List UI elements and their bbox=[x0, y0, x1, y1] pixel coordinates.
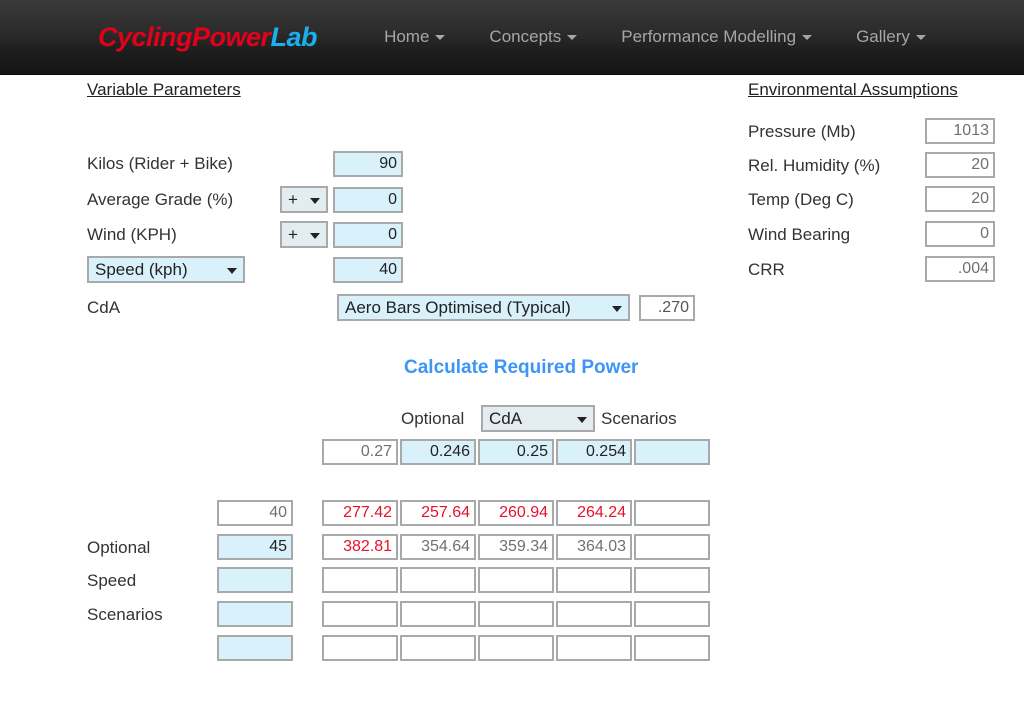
top-navbar: CyclingPowerLab Home Concepts Performanc… bbox=[0, 0, 1024, 75]
pressure-label: Pressure (Mb) bbox=[748, 122, 856, 141]
result-cell-r1c4[interactable] bbox=[556, 500, 632, 526]
result-cell-r5c3[interactable] bbox=[478, 635, 554, 661]
scenario-variable-select[interactable]: CdA bbox=[481, 405, 595, 432]
wind-sign-select[interactable]: + bbox=[280, 221, 328, 248]
average-grade-label: Average Grade (%) bbox=[87, 190, 234, 209]
result-cell-r3c1[interactable] bbox=[322, 567, 398, 593]
result-cell-r4c5[interactable] bbox=[634, 601, 710, 627]
nav-item-concepts[interactable]: Concepts bbox=[467, 27, 599, 47]
results-row-label-scenarios: Scenarios bbox=[87, 605, 163, 624]
scenario-value-input-1[interactable] bbox=[322, 439, 398, 465]
nav-item-home[interactable]: Home bbox=[362, 27, 467, 47]
result-cell-r3c4[interactable] bbox=[556, 567, 632, 593]
result-cell-r5c5[interactable] bbox=[634, 635, 710, 661]
environmental-assumptions-heading: Environmental Assumptions bbox=[748, 80, 958, 99]
relative-humidity-label: Rel. Humidity (%) bbox=[748, 156, 881, 175]
grade-sign-select[interactable]: + bbox=[280, 186, 328, 213]
variable-parameters-heading: Variable Parameters bbox=[87, 80, 241, 99]
speed-input[interactable] bbox=[333, 257, 403, 283]
result-cell-r1c3[interactable] bbox=[478, 500, 554, 526]
result-cell-r3c2[interactable] bbox=[400, 567, 476, 593]
scenario-value-input-3[interactable] bbox=[478, 439, 554, 465]
result-cell-r5c1[interactable] bbox=[322, 635, 398, 661]
nav-item-performance-modelling-label: Performance Modelling bbox=[621, 27, 797, 46]
wind-bearing-input[interactable] bbox=[925, 221, 995, 247]
grade-sign-value: + bbox=[288, 190, 298, 209]
wind-bearing-label: Wind Bearing bbox=[748, 225, 851, 244]
result-cell-r5c4[interactable] bbox=[556, 635, 632, 661]
result-speed-input-3[interactable] bbox=[217, 567, 293, 593]
scenario-value-input-5[interactable] bbox=[634, 439, 710, 465]
chevron-down-icon bbox=[577, 416, 587, 423]
crr-input[interactable] bbox=[925, 256, 995, 282]
result-cell-r3c5[interactable] bbox=[634, 567, 710, 593]
optional-scenarios-label: Scenarios bbox=[601, 409, 677, 428]
result-cell-r5c2[interactable] bbox=[400, 635, 476, 661]
chevron-down-icon bbox=[567, 34, 578, 40]
result-cell-r1c2[interactable] bbox=[400, 500, 476, 526]
nav-item-home-label: Home bbox=[384, 27, 430, 46]
scenario-variable-value: CdA bbox=[489, 409, 523, 428]
kilos-input[interactable] bbox=[333, 151, 403, 177]
nav-item-gallery-label: Gallery bbox=[856, 27, 910, 46]
result-cell-r1c1[interactable] bbox=[322, 500, 398, 526]
cda-value-input[interactable] bbox=[639, 295, 695, 321]
result-cell-r2c3[interactable] bbox=[478, 534, 554, 560]
nav-item-gallery[interactable]: Gallery bbox=[834, 27, 948, 47]
result-cell-r2c5[interactable] bbox=[634, 534, 710, 560]
pressure-input[interactable] bbox=[925, 118, 995, 144]
chevron-down-icon bbox=[435, 34, 446, 40]
wind-input[interactable] bbox=[333, 222, 403, 248]
results-row-label-optional: Optional bbox=[87, 538, 151, 557]
wind-label: Wind (KPH) bbox=[87, 225, 177, 244]
result-cell-r4c3[interactable] bbox=[478, 601, 554, 627]
relative-humidity-input[interactable] bbox=[925, 152, 995, 178]
speed-metric-value: Speed (kph) bbox=[95, 260, 188, 279]
result-speed-input-2[interactable] bbox=[217, 534, 293, 560]
brand-logo[interactable]: CyclingPowerLab bbox=[98, 21, 318, 53]
cda-preset-select[interactable]: Aero Bars Optimised (Typical) bbox=[337, 294, 630, 321]
kilos-label: Kilos (Rider + Bike) bbox=[87, 154, 233, 173]
nav-item-performance-modelling[interactable]: Performance Modelling bbox=[599, 27, 834, 47]
wind-sign-value: + bbox=[288, 225, 298, 244]
result-cell-r4c2[interactable] bbox=[400, 601, 476, 627]
brand-logo-part1: CyclingPower bbox=[98, 21, 271, 52]
temperature-input[interactable] bbox=[925, 186, 995, 212]
chevron-down-icon bbox=[802, 34, 813, 40]
chevron-down-icon bbox=[310, 232, 320, 239]
chevron-down-icon bbox=[227, 267, 237, 274]
average-grade-input[interactable] bbox=[333, 187, 403, 213]
result-speed-input-5[interactable] bbox=[217, 635, 293, 661]
temperature-label: Temp (Deg C) bbox=[748, 190, 854, 209]
result-cell-r3c3[interactable] bbox=[478, 567, 554, 593]
scenario-value-input-4[interactable] bbox=[556, 439, 632, 465]
nav-item-concepts-label: Concepts bbox=[489, 27, 562, 46]
cda-label: CdA bbox=[87, 298, 121, 317]
chevron-down-icon bbox=[310, 197, 320, 204]
optional-scenarios-optional-label: Optional bbox=[401, 409, 465, 428]
crr-label: CRR bbox=[748, 260, 785, 279]
cda-preset-value: Aero Bars Optimised (Typical) bbox=[345, 298, 571, 317]
result-speed-input-1[interactable] bbox=[217, 500, 293, 526]
results-row-label-speed: Speed bbox=[87, 571, 137, 590]
calculate-required-power-button[interactable]: Calculate Required Power bbox=[404, 357, 638, 379]
nav-links: Home Concepts Performance Modelling Gall… bbox=[362, 27, 948, 47]
result-cell-r1c5[interactable] bbox=[634, 500, 710, 526]
result-cell-r4c4[interactable] bbox=[556, 601, 632, 627]
speed-metric-select[interactable]: Speed (kph) bbox=[87, 256, 245, 283]
chevron-down-icon bbox=[915, 34, 926, 40]
brand-logo-part2: Lab bbox=[270, 21, 318, 52]
scenario-value-input-2[interactable] bbox=[400, 439, 476, 465]
result-cell-r2c2[interactable] bbox=[400, 534, 476, 560]
result-speed-input-4[interactable] bbox=[217, 601, 293, 627]
result-cell-r4c1[interactable] bbox=[322, 601, 398, 627]
result-cell-r2c4[interactable] bbox=[556, 534, 632, 560]
chevron-down-icon bbox=[612, 305, 622, 312]
result-cell-r2c1[interactable] bbox=[322, 534, 398, 560]
